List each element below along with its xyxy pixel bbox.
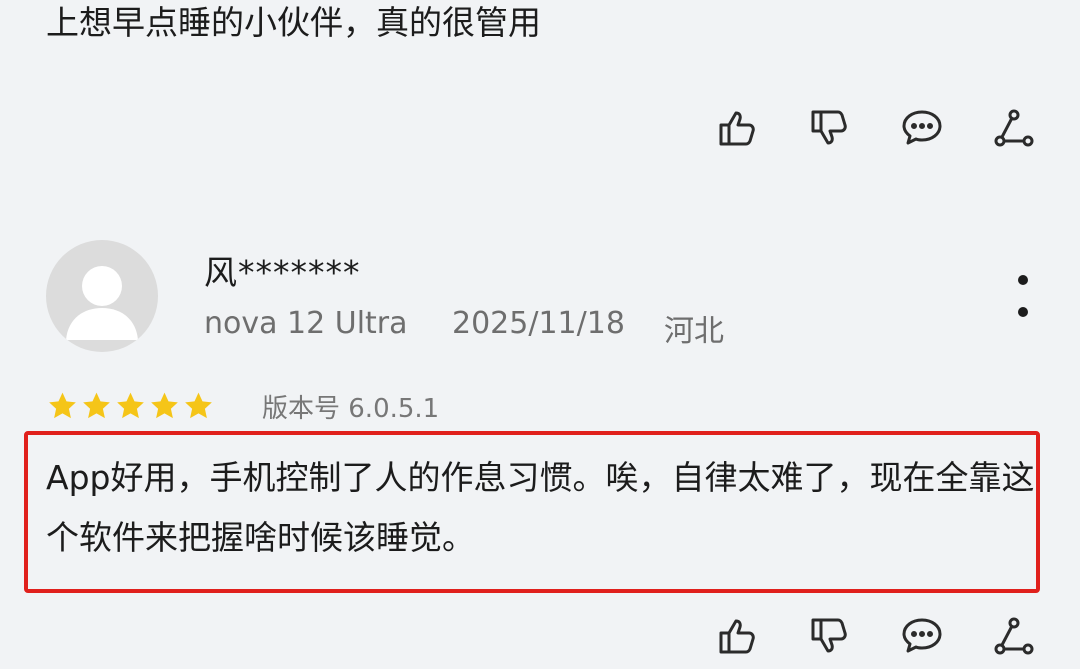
review-region: 河北 <box>664 314 724 349</box>
review-meta: nova 12 Ultra 2025/11/18 河北 <box>204 306 724 350</box>
star-icon <box>80 390 113 426</box>
review-date: 2025/11/18 <box>452 306 625 341</box>
thumbs-up-icon <box>719 111 755 146</box>
share-icon <box>994 617 1034 655</box>
share-button[interactable] <box>944 104 1036 152</box>
reviewer-name[interactable]: 风******* <box>204 246 361 294</box>
like-button[interactable] <box>668 104 760 152</box>
user-placeholder-icon <box>66 266 138 340</box>
star-rating <box>46 390 215 426</box>
share-button[interactable] <box>944 612 1036 660</box>
star-icon <box>46 390 79 426</box>
star-icon <box>182 390 215 426</box>
thumbs-up-icon <box>719 619 755 654</box>
app-version: 版本号 6.0.5.1 <box>262 394 440 424</box>
previous-review-actions <box>668 104 1036 152</box>
review-text: App好用，手机控制了人的作息习惯。唉，自律太难了，现在全靠这个软件来把握啥时候… <box>46 458 1035 557</box>
thumbs-down-icon <box>811 110 847 145</box>
comment-icon <box>902 110 942 145</box>
comment-button[interactable] <box>852 612 944 660</box>
previous-review-text: 上想早点睡的小伙伴，真的很管用 <box>46 3 541 42</box>
star-icon <box>114 390 147 426</box>
more-vertical-icon <box>1018 275 1028 317</box>
device-model: nova 12 Ultra <box>204 306 408 341</box>
review-actions <box>668 612 1036 660</box>
comment-button[interactable] <box>852 104 944 152</box>
like-button[interactable] <box>668 612 760 660</box>
avatar[interactable] <box>46 240 158 352</box>
dislike-button[interactable] <box>760 612 852 660</box>
comment-icon <box>902 618 942 653</box>
thumbs-down-icon <box>811 618 847 653</box>
more-options-button[interactable] <box>1010 270 1036 326</box>
share-icon <box>994 109 1034 147</box>
star-icon <box>148 390 181 426</box>
dislike-button[interactable] <box>760 104 852 152</box>
